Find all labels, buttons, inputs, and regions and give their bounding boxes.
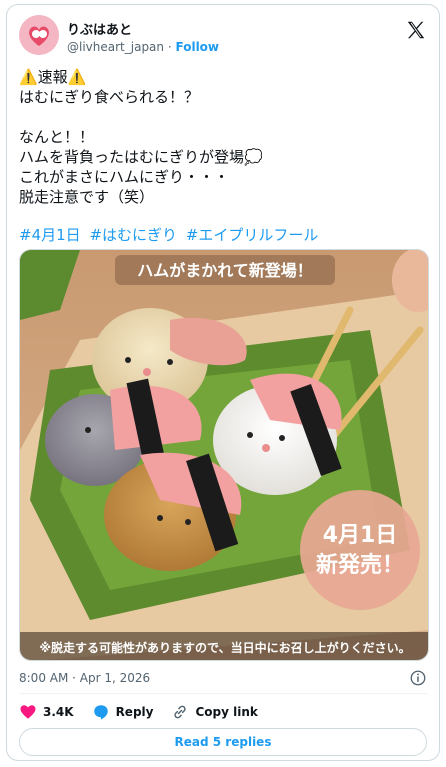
hamster-sushi-photo: ハムがまかれて新登場！ 4月1日 新発売！ ※脱走する可能性がありますので、当日… (20, 250, 428, 660)
heart-icon (20, 705, 36, 719)
x-logo-icon[interactable] (405, 19, 427, 41)
action-bar: 3.4K Reply Copy link (19, 701, 276, 723)
follow-button[interactable]: Follow (176, 40, 220, 54)
copy-link-button[interactable]: Copy link (171, 703, 258, 721)
info-icon[interactable] (409, 669, 427, 687)
reply-button[interactable]: Reply (92, 703, 154, 721)
author-name[interactable]: りぶはあと (67, 19, 132, 38)
separator: · (167, 40, 172, 54)
hashtag-april-1[interactable]: #4月1日 (19, 226, 81, 244)
badge-date: 4月1日 (323, 523, 398, 548)
post-header: りぶはあと @livheart_japan · Follow (19, 15, 427, 59)
post-image[interactable]: ハムがまかれて新登場！ 4月1日 新発売！ ※脱走する可能性がありますので、当日… (19, 249, 429, 661)
reply-label: Reply (115, 705, 154, 719)
author-handle[interactable]: @livheart_japan (67, 40, 164, 54)
hashtag-april-fools[interactable]: #エイプリルフール (186, 226, 319, 244)
media-headline: ハムがまかれて新登場！ (137, 261, 313, 280)
avatar[interactable] (19, 15, 59, 55)
post-card: りぶはあと @livheart_japan · Follow ⚠️速報⚠️ はむ… (6, 4, 440, 761)
divider (19, 693, 427, 694)
like-button[interactable]: 3.4K (19, 703, 74, 721)
badge-release: 新発売！ (316, 552, 404, 578)
hashtag-hamunigiri[interactable]: #はむにぎり (89, 226, 177, 244)
link-icon (174, 705, 187, 719)
timestamp[interactable]: 8:00 AM · Apr 1, 2026 (19, 671, 150, 685)
read-replies-button[interactable]: Read 5 replies (19, 728, 427, 756)
media-caption: ※脱走する可能性がありますので、当日中にお召し上がりください。 (39, 640, 410, 655)
post-text: ⚠️速報⚠️ はむにぎり食べられる！？ なんと！！ ハムを背負ったはむにぎりが登… (19, 68, 263, 206)
hashtags: #4月1日 #はむにぎり #エイプリルフール (19, 225, 322, 245)
reply-bubble-icon (93, 705, 108, 720)
like-count: 3.4K (43, 705, 74, 719)
copy-link-label: Copy link (195, 705, 258, 719)
author-handle-row: @livheart_japan · Follow (67, 40, 219, 54)
